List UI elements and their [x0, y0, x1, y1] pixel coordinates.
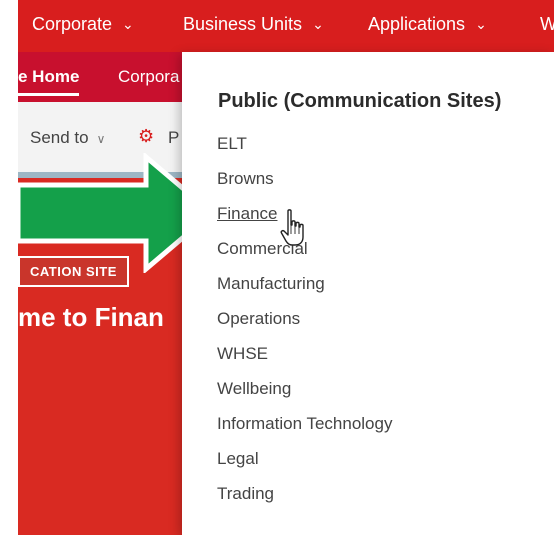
left-gutter: [0, 0, 18, 535]
dropdown-item-information-technology[interactable]: Information Technology: [217, 414, 392, 449]
hero-banner: CATION SITE me to Finan: [18, 172, 208, 535]
nav-applications[interactable]: Applications ⌄: [368, 14, 487, 35]
dropdown-section-title: Public (Communication Sites): [218, 90, 502, 112]
browser-viewport: Corporate ⌄ Business Units ⌄ Applications ⌄…: [0, 0, 554, 535]
chevron-down-icon: ⌄: [475, 16, 487, 32]
nav-w-label: W: [540, 14, 554, 34]
nav-business-units[interactable]: Business Units ⌄: [183, 14, 324, 35]
dropdown-item-finance[interactable]: Finance: [217, 204, 392, 239]
chevron-down-icon: ⌄: [312, 16, 324, 32]
dropdown-item-elt[interactable]: ELT: [217, 134, 392, 169]
command-bar: Send to ∨ ⚙ P: [18, 102, 208, 172]
dropdown-list: ELT Browns Finance Commercial Manufactur…: [217, 134, 392, 519]
dropdown-item-legal[interactable]: Legal: [217, 449, 392, 484]
nav-business-units-label: Business Units: [183, 14, 303, 34]
site-nav-corporate[interactable]: Corpora: [118, 67, 179, 87]
dropdown-item-whse[interactable]: WHSE: [217, 344, 392, 379]
business-units-dropdown: Public (Communication Sites) ELT Browns …: [182, 52, 554, 535]
dropdown-item-browns[interactable]: Browns: [217, 169, 392, 204]
site-nav-home[interactable]: e Home: [18, 67, 80, 96]
dropdown-item-wellbeing[interactable]: Wellbeing: [217, 379, 392, 414]
hero-title: me to Finan: [18, 302, 164, 332]
nav-corporate-label: Corporate: [32, 14, 113, 34]
send-to-label: Send to: [30, 128, 89, 147]
hero-top-strip: [18, 172, 208, 178]
dropdown-item-trading[interactable]: Trading: [217, 484, 392, 519]
send-to-button[interactable]: Send to ∨: [30, 128, 105, 148]
site-nav-bar: e Home Corpora: [18, 52, 208, 102]
chevron-down-icon: ⌄: [122, 16, 134, 32]
site-type-badge[interactable]: CATION SITE: [18, 256, 129, 287]
chevron-down-icon: ∨: [96, 132, 106, 146]
page-details-label[interactable]: P: [168, 128, 179, 148]
nav-w[interactable]: W: [540, 14, 554, 35]
dropdown-item-commercial[interactable]: Commercial: [217, 239, 392, 274]
dropdown-item-manufacturing[interactable]: Manufacturing: [217, 274, 392, 309]
gear-icon[interactable]: ⚙: [138, 126, 154, 147]
nav-corporate[interactable]: Corporate ⌄: [32, 14, 134, 35]
dropdown-item-operations[interactable]: Operations: [217, 309, 392, 344]
top-nav-bar: Corporate ⌄ Business Units ⌄ Applications ⌄…: [18, 0, 554, 52]
nav-applications-label: Applications: [368, 14, 466, 34]
